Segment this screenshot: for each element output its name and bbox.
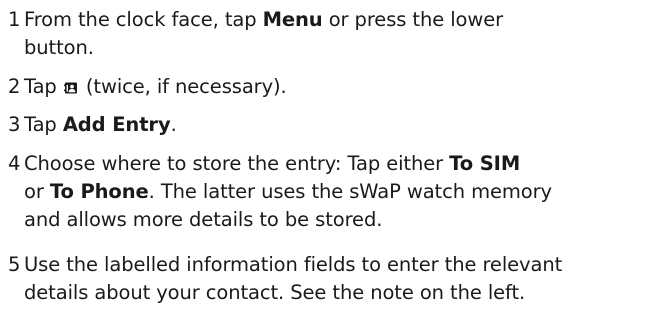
step-text: From the clock face, tap: [24, 8, 263, 31]
contacts-icon: [63, 82, 77, 94]
step-text: or press the lower: [322, 8, 504, 31]
to-sim-label: To SIM: [449, 152, 521, 175]
step-text: Choose where to store the entry: Tap eit…: [24, 152, 450, 175]
step-text-continued: and allows more details to be stored.: [24, 208, 383, 231]
step-text: Use the labelled information fields to e…: [24, 253, 563, 276]
step-text: . The latter uses the sWaP watch memory: [148, 180, 552, 203]
to-phone-label: To Phone: [49, 180, 149, 203]
step-number: 4: [8, 152, 21, 175]
step-number: 5: [8, 253, 21, 276]
step-text: Tap: [24, 113, 63, 136]
step-2: 2 Tap (twice, if necessary).: [8, 73, 287, 101]
step-text: Tap: [24, 75, 63, 98]
step-text-continued: details about your contact. See the note…: [24, 281, 526, 304]
step-number: 1: [8, 8, 21, 31]
step-text: (twice, if necessary).: [79, 75, 287, 98]
step-number: 3: [8, 113, 21, 136]
step-4: 4 Choose where to store the entry: Tap ei…: [8, 150, 552, 234]
step-text: or: [24, 180, 50, 203]
menu-label: Menu: [262, 8, 323, 31]
step-text: .: [170, 113, 177, 136]
step-number: 2: [8, 75, 21, 98]
step-5: 5 Use the labelled information fields to …: [8, 251, 562, 307]
add-entry-label: Add Entry: [62, 113, 171, 136]
step-text-continued: or To Phone. The latter uses the sWaP wa…: [8, 178, 552, 206]
step-3: 3 Tap Add Entry.: [8, 111, 177, 139]
step-text-continued: button.: [24, 36, 94, 59]
step-1: 1 From the clock face, tap Menu or press …: [8, 6, 503, 62]
